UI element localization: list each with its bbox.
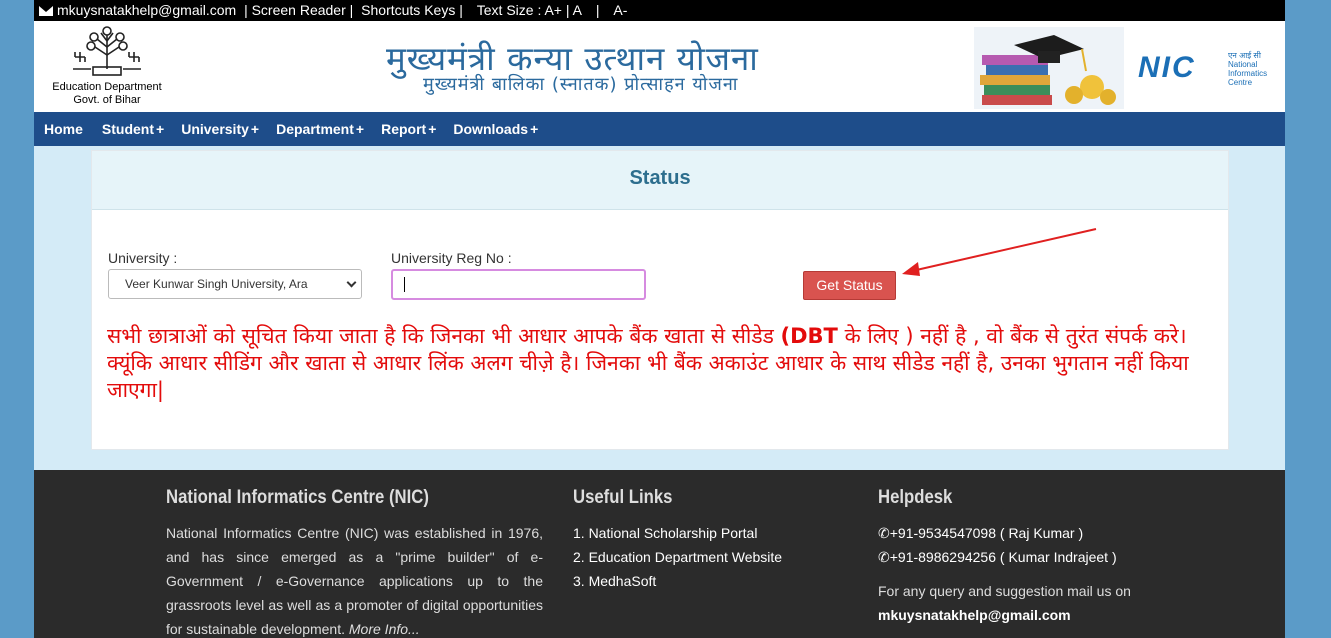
- nav-student[interactable]: Student +: [102, 121, 164, 137]
- panel-title: Status: [92, 151, 1228, 210]
- govt-name: Govt. of Bihar: [73, 94, 141, 106]
- shortcut-keys-link[interactable]: Shortcuts Keys |: [361, 2, 463, 18]
- nav-university[interactable]: University +: [181, 121, 259, 137]
- phone-2: ✆+91-8986294256 ( Kumar Indrajeet ): [878, 549, 1117, 565]
- nav-department[interactable]: Department +: [276, 121, 364, 137]
- top-utility-bar: mkuysnatakhelp@gmail.com | Screen Reader…: [34, 0, 1285, 21]
- chevron-down-icon: [346, 277, 357, 288]
- notice-message: सभी छात्राओं को सूचित किया जाता है कि जि…: [107, 324, 1189, 402]
- query-text: For any query and suggestion mail us on: [878, 583, 1131, 599]
- envelope-icon: [39, 6, 53, 16]
- link-medhasoft[interactable]: 3. MedhaSoft: [573, 569, 782, 593]
- helpdesk-title: Helpdesk: [878, 487, 953, 508]
- more-info-link[interactable]: More Info...: [349, 621, 420, 637]
- footer-about: National Informatics Centre (NIC) Nation…: [166, 487, 543, 638]
- text-size-decrease[interactable]: A-: [613, 2, 627, 18]
- links-title: Useful Links: [573, 487, 673, 508]
- reg-no-input[interactable]: [391, 269, 646, 300]
- screen-reader-link[interactable]: | Screen Reader |: [244, 2, 353, 18]
- text-size-control[interactable]: Text Size : A+ | A: [477, 2, 582, 18]
- university-label: University :: [108, 250, 178, 266]
- nic-logo: NIC एन आई सी National Informatics Centre: [1138, 51, 1268, 87]
- about-text: National Informatics Centre (NIC) was es…: [166, 525, 543, 637]
- university-select[interactable]: Veer Kunwar Singh University, Ara: [108, 269, 362, 299]
- red-arrow: [902, 228, 1097, 276]
- site-header: Education Department Govt. of Bihar मुख्…: [34, 21, 1285, 112]
- phone-1: ✆+91-9534547098 ( Raj Kumar ): [878, 525, 1084, 541]
- emblem-logo: [73, 26, 141, 76]
- text-size-separator: |: [595, 2, 600, 18]
- link-national-scholarship[interactable]: 1. National Scholarship Portal: [573, 521, 782, 545]
- scheme-subtitle: मुख्यमंत्री बालिका (स्नातक) प्रोत्साहन य…: [423, 74, 739, 95]
- site-footer: National Informatics Centre (NIC) Nation…: [34, 470, 1285, 638]
- helpdesk-email[interactable]: mkuysnatakhelp@gmail.com: [878, 603, 1131, 627]
- phone-icon: ✆: [878, 525, 890, 541]
- main-navigation: Home Student + University + Department + Re…: [34, 112, 1285, 146]
- books-graduation-image: [974, 27, 1124, 109]
- nav-home[interactable]: Home: [44, 121, 85, 137]
- phone-icon: ✆: [878, 549, 890, 565]
- text-cursor: [404, 277, 405, 292]
- status-panel: Status University : Veer Kunwar Singh Un…: [91, 150, 1229, 450]
- reg-no-label: University Reg No :: [391, 250, 512, 266]
- main-content: Status University : Veer Kunwar Singh Un…: [34, 146, 1285, 470]
- nav-report[interactable]: Report +: [381, 121, 436, 137]
- get-status-button[interactable]: Get Status: [803, 271, 896, 300]
- footer-links: Useful Links 1. National Scholarship Por…: [573, 487, 782, 593]
- bihar-emblem: Education Department Govt. of Bihar: [44, 25, 170, 111]
- contact-email[interactable]: mkuysnatakhelp@gmail.com: [57, 2, 236, 18]
- nav-downloads[interactable]: Downloads +: [453, 121, 538, 137]
- link-education-dept[interactable]: 2. Education Department Website: [573, 545, 782, 569]
- footer-helpdesk: Helpdesk ✆+91-9534547098 ( Raj Kumar ) ✆…: [878, 487, 1131, 627]
- about-title: National Informatics Centre (NIC): [166, 487, 429, 508]
- dept-name: Education Department: [52, 81, 162, 93]
